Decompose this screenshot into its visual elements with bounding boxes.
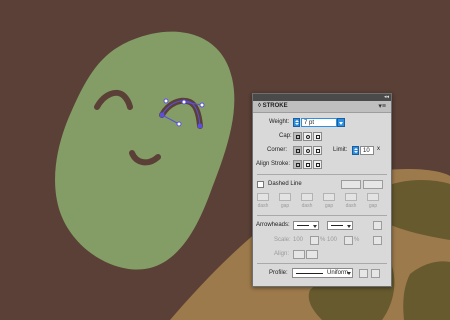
start-arrowhead-select[interactable] xyxy=(293,221,319,230)
round-join-button[interactable] xyxy=(303,146,312,155)
gap-field[interactable] xyxy=(279,193,291,201)
round-cap-button[interactable] xyxy=(303,132,312,141)
arrow-tip-extend-button[interactable] xyxy=(293,250,305,259)
dash-field[interactable] xyxy=(301,193,313,201)
corner-row: Corner: Limit: 10 x xyxy=(253,145,391,157)
scale-unit: % xyxy=(320,237,326,243)
dash-gap-label: gap xyxy=(280,203,290,209)
panel-title: STROKE xyxy=(262,103,288,109)
dash-field[interactable] xyxy=(257,193,269,201)
weight-row: Weight: 7 pt xyxy=(253,117,391,129)
scale-label: Scale: xyxy=(274,237,291,243)
align-stroke-label: Align Stroke: xyxy=(256,161,291,167)
panel-tab-title: ◊ STROKE xyxy=(258,103,288,109)
scale-start-value[interactable]: 100 xyxy=(293,236,303,245)
panel-tab[interactable]: ◊ STROKE ▾≡ xyxy=(253,101,391,113)
flip-along-button[interactable] xyxy=(359,269,368,278)
align-stroke-row: Align Stroke: xyxy=(253,159,391,171)
bezier-handle[interactable] xyxy=(181,99,187,105)
preserve-dash-button[interactable] xyxy=(341,180,361,189)
dash-gap-label: dash xyxy=(301,203,313,209)
scale-end-value[interactable]: 100 xyxy=(327,236,337,245)
dashed-line-checkbox[interactable] xyxy=(257,181,264,188)
anchor-point[interactable] xyxy=(197,123,203,129)
flip-across-button[interactable] xyxy=(371,269,380,278)
divider xyxy=(257,174,387,175)
profile-label: Profile: xyxy=(269,270,288,276)
scale-unit: % xyxy=(354,237,360,243)
divider xyxy=(257,263,387,264)
collapse-icon[interactable]: ◂◂ xyxy=(384,94,389,101)
limit-input[interactable]: 10 xyxy=(360,146,374,155)
align-inside-button[interactable] xyxy=(303,160,312,169)
dash-field[interactable] xyxy=(345,193,357,201)
miter-join-button[interactable] xyxy=(293,146,302,155)
panel-menu-icon[interactable]: ▾≡ xyxy=(378,102,386,110)
weight-label: Weight: xyxy=(269,119,290,125)
limit-label: Limit: xyxy=(333,147,348,153)
panel-title-bar[interactable]: ◂◂ xyxy=(253,94,391,101)
gap-field[interactable] xyxy=(367,193,379,201)
align-row: Align: xyxy=(253,249,391,261)
align-center-button[interactable] xyxy=(293,160,302,169)
stroke-panel: ◂◂ ◊ STROKE ▾≡ Weight: 7 pt Cap: Corner:… xyxy=(252,93,392,287)
cap-row: Cap: xyxy=(253,131,391,143)
bezier-handle[interactable] xyxy=(199,102,205,108)
bezier-handle[interactable] xyxy=(163,98,169,104)
profile-select[interactable]: Uniform xyxy=(292,268,353,278)
butt-cap-button[interactable] xyxy=(293,132,302,141)
arrow-tip-place-button[interactable] xyxy=(306,250,318,259)
dashed-line-label: Dashed Line xyxy=(268,181,302,187)
weight-input[interactable]: 7 pt xyxy=(301,118,337,127)
scale-row: Scale: 100 % 100 % xyxy=(253,235,391,247)
limit-suffix: x xyxy=(377,146,380,152)
dash-gap-label: dash xyxy=(345,203,357,209)
align-outside-button[interactable] xyxy=(313,160,322,169)
anchor-point[interactable] xyxy=(159,112,165,118)
dash-gap-label: gap xyxy=(368,203,378,209)
dashed-line-row: Dashed Line xyxy=(253,179,391,191)
limit-stepper[interactable] xyxy=(352,146,359,155)
bezier-handle[interactable] xyxy=(176,121,182,127)
weight-stepper[interactable] xyxy=(293,118,300,127)
dash-gap-label: gap xyxy=(324,203,334,209)
swap-arrowheads-button[interactable] xyxy=(373,221,382,230)
scale-start-dropdown[interactable] xyxy=(310,236,319,245)
align-label: Align: xyxy=(274,251,290,257)
link-scale-button[interactable] xyxy=(373,236,382,245)
end-arrowhead-select[interactable] xyxy=(327,221,353,230)
corner-label: Corner: xyxy=(267,147,288,153)
dash-gap-label: dash xyxy=(257,203,269,209)
divider xyxy=(257,215,387,216)
gap-field[interactable] xyxy=(323,193,335,201)
bevel-join-button[interactable] xyxy=(313,146,322,155)
cap-label: Cap: xyxy=(279,133,292,139)
arrowheads-label: Arrowheads: xyxy=(256,222,290,228)
arrowheads-row: Arrowheads: xyxy=(253,220,391,232)
align-dash-button[interactable] xyxy=(363,180,383,189)
profile-value: Uniform xyxy=(327,270,349,276)
profile-row: Profile: Uniform xyxy=(253,268,391,280)
dash-gap-fields: dash gap dash gap dash gap xyxy=(253,193,391,213)
weight-dropdown[interactable] xyxy=(337,118,345,127)
scale-end-dropdown[interactable] xyxy=(344,236,353,245)
projecting-cap-button[interactable] xyxy=(313,132,322,141)
